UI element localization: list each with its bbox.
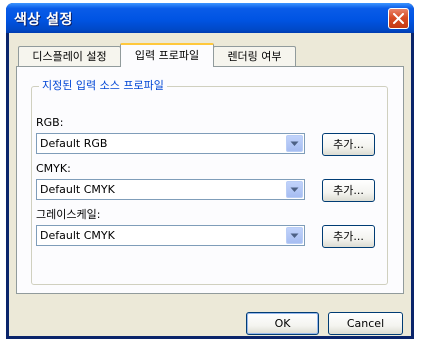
rgb-label: RGB:	[36, 116, 64, 129]
window-title: 색상 설정	[14, 12, 73, 28]
cmyk-label: CMYK:	[36, 162, 71, 175]
tab-label: 렌더링 여부	[227, 50, 282, 63]
grayscale-profile-value: Default CMYK	[40, 229, 115, 242]
chevron-down-icon	[290, 233, 299, 238]
group-title: 지정된 입력 소스 프로파일	[39, 79, 167, 93]
grayscale-label: 그레이스케일:	[36, 208, 101, 221]
tab-rendering[interactable]: 렌더링 여부	[213, 46, 296, 66]
cmyk-add-button[interactable]: 추가...	[322, 179, 375, 202]
close-button[interactable]	[388, 8, 409, 29]
ok-button[interactable]: OK	[246, 312, 319, 335]
rgb-add-button[interactable]: 추가...	[322, 133, 375, 156]
cmyk-profile-value: Default CMYK	[40, 183, 115, 196]
cancel-button[interactable]: Cancel	[328, 312, 403, 335]
title-bar[interactable]: 색상 설정	[6, 3, 414, 33]
tab-panel-input-profile: 지정된 입력 소스 프로파일 RGB: Default RGB 추가... CM…	[16, 66, 404, 294]
tab-display-settings[interactable]: 디스플레이 설정	[18, 46, 121, 66]
tab-input-profile[interactable]: 입력 프로파일	[120, 43, 214, 67]
input-profile-group: 지정된 입력 소스 프로파일 RGB: Default RGB 추가... CM…	[31, 79, 388, 285]
rgb-dropdown-button[interactable]	[286, 135, 303, 152]
grayscale-profile-select[interactable]: Default CMYK	[36, 225, 305, 246]
rgb-profile-select[interactable]: Default RGB	[36, 133, 305, 154]
tab-label: 디스플레이 설정	[32, 50, 107, 63]
grayscale-dropdown-button[interactable]	[286, 227, 303, 244]
dialog-client: 디스플레이 설정 입력 프로파일 렌더링 여부 지정된 입력 소스 프로파일 R…	[9, 33, 411, 336]
chevron-down-icon	[290, 187, 299, 192]
close-icon	[393, 13, 404, 24]
cmyk-profile-select[interactable]: Default CMYK	[36, 179, 305, 200]
rgb-profile-value: Default RGB	[40, 137, 108, 150]
cmyk-dropdown-button[interactable]	[286, 181, 303, 198]
grayscale-add-button[interactable]: 추가...	[322, 225, 375, 248]
chevron-down-icon	[290, 141, 299, 146]
dialog-window: 색상 설정 디스플레이 설정 입력 프로파일 렌더링 여부 지정된 입력 소스 …	[6, 3, 414, 339]
tab-label: 입력 프로파일	[134, 49, 200, 62]
